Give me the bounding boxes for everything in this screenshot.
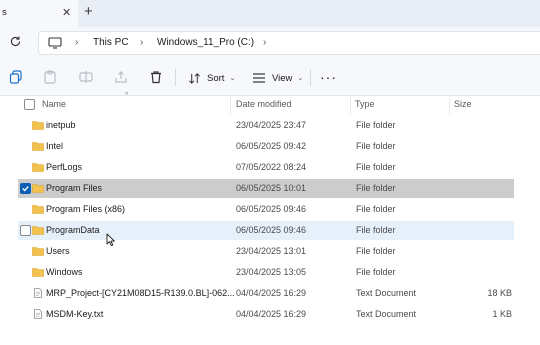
folder-icon bbox=[32, 163, 44, 172]
file-type: Text Document bbox=[356, 309, 417, 319]
file-type: File folder bbox=[356, 120, 396, 130]
file-date-modified: 04/04/2025 16:29 bbox=[236, 288, 307, 298]
delete-icon[interactable] bbox=[149, 70, 163, 84]
chevron-down-icon: ⌄ bbox=[297, 75, 304, 82]
row-checkbox[interactable] bbox=[20, 183, 31, 194]
file-row[interactable]: Program Files (x86) 06/05/2025 09:46 File … bbox=[18, 200, 514, 219]
folder-icon bbox=[32, 226, 44, 235]
checkmark-icon bbox=[22, 186, 29, 192]
column-name[interactable]: Name bbox=[42, 99, 66, 109]
chevron-down-icon: ⌄ bbox=[229, 75, 236, 82]
refresh-icon[interactable] bbox=[9, 35, 22, 48]
file-date-modified: 07/05/2022 08:24 bbox=[236, 162, 307, 172]
document-icon bbox=[34, 288, 42, 298]
breadcrumb-separator: › bbox=[75, 37, 79, 48]
monitor-icon bbox=[48, 37, 62, 49]
file-name: PerfLogs bbox=[46, 162, 83, 172]
column-divider[interactable] bbox=[449, 96, 450, 114]
share-icon[interactable] bbox=[114, 70, 128, 84]
file-name: Intel bbox=[46, 141, 64, 151]
command-bar: Sort ⌄ View ⌄ ··· bbox=[0, 59, 540, 96]
file-type: File folder bbox=[356, 141, 396, 151]
file-type: File folder bbox=[356, 225, 396, 235]
file-name: Windows bbox=[46, 267, 83, 277]
folder-icon bbox=[32, 121, 44, 130]
file-type: File folder bbox=[356, 204, 396, 214]
address-bar[interactable]: › This PC › Windows_11_Pro (C:) › bbox=[38, 31, 540, 55]
file-row[interactable]: Program Files 06/05/2025 10:01 File folder bbox=[18, 179, 514, 198]
file-row[interactable]: MSDM-Key.txt 04/04/2025 16:29 Text Documen… bbox=[18, 305, 514, 324]
file-name: Users bbox=[46, 246, 70, 256]
file-name: ProgramData bbox=[46, 225, 100, 235]
file-size: 18 KB bbox=[487, 288, 512, 298]
file-name: inetpub bbox=[46, 120, 76, 130]
file-date-modified: 23/04/2025 23:47 bbox=[236, 120, 307, 130]
active-tab[interactable]: s ✕ bbox=[0, 0, 78, 27]
sort-button[interactable]: Sort ⌄ bbox=[188, 68, 235, 88]
file-date-modified: 06/05/2025 09:46 bbox=[236, 204, 307, 214]
paste-icon[interactable] bbox=[43, 70, 57, 84]
tab-close-icon[interactable]: ✕ bbox=[62, 6, 71, 19]
file-date-modified: 06/05/2025 09:42 bbox=[236, 141, 307, 151]
file-name: Program Files bbox=[46, 183, 103, 193]
toolbar-divider bbox=[175, 69, 176, 86]
tab-label: s bbox=[2, 7, 7, 18]
column-type[interactable]: Type bbox=[355, 99, 375, 109]
file-type: File folder bbox=[356, 183, 396, 193]
rename-icon[interactable] bbox=[79, 70, 93, 84]
file-row[interactable]: PerfLogs 07/05/2022 08:24 File folder bbox=[18, 158, 514, 177]
file-name: MSDM-Key.txt bbox=[46, 309, 104, 319]
file-type: File folder bbox=[356, 246, 396, 256]
view-list-icon bbox=[253, 73, 265, 83]
mouse-pointer-icon bbox=[106, 233, 115, 247]
file-name: MRP_Project-[CY21M08D15-R139.0.BL]-062..… bbox=[46, 288, 235, 298]
file-type: File folder bbox=[356, 162, 396, 172]
column-date-modified[interactable]: Date modified bbox=[236, 99, 292, 109]
column-header-row: ^ Name Date modified Type Size bbox=[0, 92, 540, 114]
file-row[interactable]: ProgramData 06/05/2025 09:46 File folder bbox=[18, 221, 514, 240]
folder-icon bbox=[32, 268, 44, 277]
view-button[interactable]: View ⌄ bbox=[252, 68, 303, 88]
sort-label: Sort bbox=[207, 72, 225, 84]
breadcrumb-drive-c[interactable]: Windows_11_Pro (C:) bbox=[157, 37, 254, 48]
new-tab-button[interactable]: + bbox=[84, 3, 93, 20]
file-row[interactable]: inetpub 23/04/2025 23:47 File folder bbox=[18, 116, 514, 135]
view-label: View bbox=[272, 72, 293, 84]
file-list: ^ Name Date modified Type Size inetpub 23… bbox=[0, 92, 540, 345]
column-divider[interactable] bbox=[230, 96, 231, 114]
file-date-modified: 06/05/2025 10:01 bbox=[236, 183, 307, 193]
folder-icon bbox=[32, 247, 44, 256]
column-divider[interactable] bbox=[350, 96, 351, 114]
file-name: Program Files (x86) bbox=[46, 204, 126, 214]
file-type: File folder bbox=[356, 267, 396, 277]
copy-icon[interactable] bbox=[9, 70, 23, 84]
folder-icon bbox=[32, 142, 44, 151]
breadcrumb-separator[interactable]: › bbox=[263, 37, 266, 48]
sort-caret-icon: ^ bbox=[125, 92, 129, 99]
file-row[interactable]: MRP_Project-[CY21M08D15-R139.0.BL]-062..… bbox=[18, 284, 514, 303]
tab-strip: s ✕ + bbox=[0, 0, 540, 27]
folder-icon bbox=[32, 184, 44, 193]
folder-icon bbox=[32, 205, 44, 214]
file-row[interactable]: Intel 06/05/2025 09:42 File folder bbox=[18, 137, 514, 156]
file-type: Text Document bbox=[356, 288, 417, 298]
row-checkbox[interactable] bbox=[20, 225, 31, 236]
document-icon bbox=[34, 309, 42, 319]
file-date-modified: 04/04/2025 16:29 bbox=[236, 309, 307, 319]
select-all-checkbox[interactable] bbox=[24, 99, 35, 110]
file-date-modified: 06/05/2025 09:46 bbox=[236, 225, 307, 235]
file-date-modified: 23/04/2025 13:01 bbox=[236, 246, 307, 256]
breadcrumb-this-pc[interactable]: This PC bbox=[93, 37, 129, 48]
breadcrumb-separator: › bbox=[140, 37, 144, 48]
address-row: › This PC › Windows_11_Pro (C:) › bbox=[0, 27, 540, 59]
file-size: 1 KB bbox=[492, 309, 512, 319]
file-date-modified: 23/04/2025 13:05 bbox=[236, 267, 307, 277]
more-options-button[interactable]: ··· bbox=[320, 69, 337, 85]
column-size[interactable]: Size bbox=[454, 99, 472, 109]
file-row[interactable]: Windows 23/04/2025 13:05 File folder bbox=[18, 263, 514, 282]
file-row[interactable]: Users 23/04/2025 13:01 File folder bbox=[18, 242, 514, 261]
sort-icon bbox=[189, 72, 200, 84]
toolbar-divider bbox=[310, 69, 311, 86]
